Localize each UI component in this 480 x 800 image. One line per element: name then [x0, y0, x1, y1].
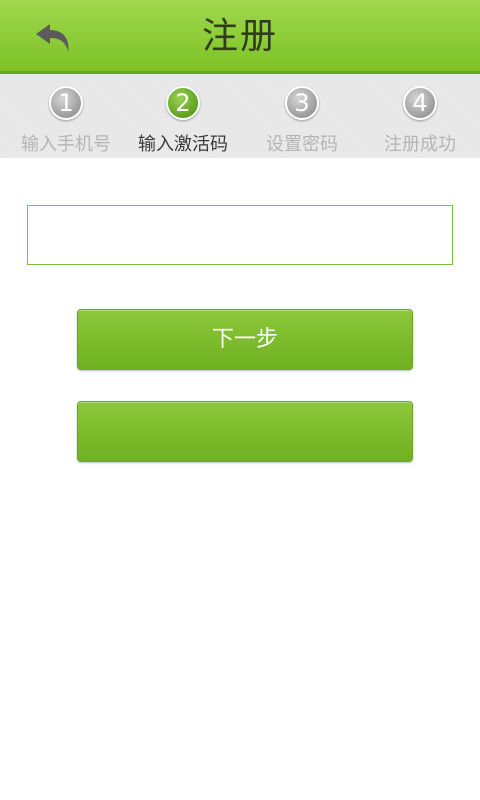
step-2-number: 2	[166, 86, 200, 120]
step-2-label: 输入激活码	[138, 134, 228, 155]
next-step-button[interactable]: 下一步	[77, 309, 413, 370]
step-1-label: 输入手机号	[21, 134, 111, 155]
step-2: 2 输入激活码	[123, 74, 243, 158]
step-1: 1 输入手机号	[6, 74, 126, 158]
step-1-number: 1	[49, 86, 83, 120]
registration-steps: 1 输入手机号 2 输入激活码 3 设置密码 4 注册成功	[0, 74, 480, 158]
secondary-action-button[interactable]	[77, 401, 413, 462]
step-3: 3 设置密码	[242, 74, 362, 158]
step-3-label: 设置密码	[266, 134, 338, 155]
step-4: 4 注册成功	[360, 74, 480, 158]
page-title: 注册	[201, 16, 278, 57]
activation-code-input[interactable]	[27, 205, 453, 265]
step-4-number: 4	[403, 86, 437, 120]
app-header: 注册	[0, 0, 480, 74]
step-4-label: 注册成功	[384, 134, 456, 155]
step-3-number: 3	[285, 86, 319, 120]
